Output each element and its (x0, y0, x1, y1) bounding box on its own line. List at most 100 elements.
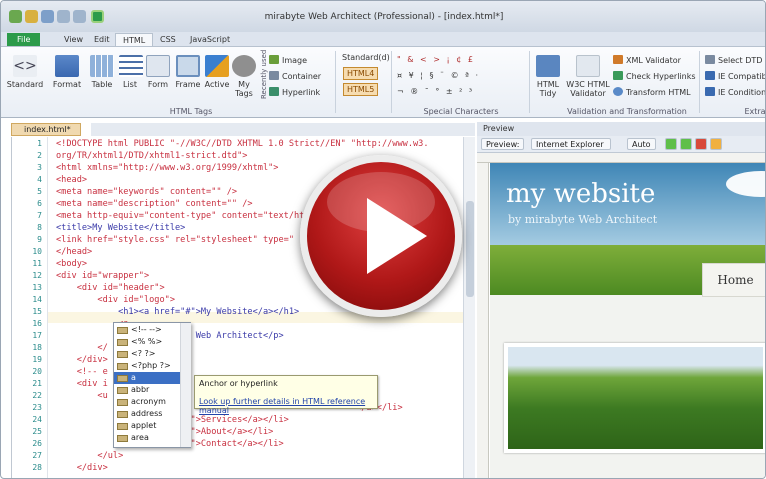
recent-image-item[interactable]: Image (269, 55, 307, 65)
auto-refresh-button[interactable]: Auto (627, 138, 656, 150)
code-line: <meta name="description" content="" /> (56, 199, 253, 209)
autocomplete-item[interactable]: a (114, 372, 180, 384)
tidy-icon (536, 55, 560, 77)
tag-icon (117, 435, 128, 442)
special-chars-row-3[interactable]: ¬ ® ¯ ° ± ² ³ (397, 87, 474, 96)
ribbon-separator (699, 51, 700, 113)
line-number: 8 (37, 223, 42, 232)
editor-pane-header (91, 123, 475, 136)
stop-icon[interactable] (695, 138, 707, 150)
w3c-validator-button[interactable]: W3C HTML Validator (565, 55, 611, 98)
autocomplete-item[interactable]: <!-- --> (114, 324, 180, 336)
format-icon (55, 55, 79, 77)
frame-button[interactable]: Frame (173, 55, 203, 89)
play-icon (367, 198, 427, 274)
refresh-icon[interactable] (710, 138, 722, 150)
standard-button[interactable]: <> Standard (5, 55, 45, 89)
code-line: </div> (56, 463, 108, 473)
autocomplete-item[interactable]: <% %> (114, 336, 180, 348)
autocomplete-item[interactable]: address (114, 408, 180, 420)
code-line: <div id="wrapper"> (56, 271, 150, 281)
ie-condition-button[interactable]: IE Condition (705, 87, 765, 97)
xml-validator-label: XML Validator (626, 56, 681, 65)
special-chars-row-1[interactable]: " & < > ¡ ¢ £ (397, 55, 475, 64)
tag-icon (117, 375, 128, 382)
tab-css[interactable]: CSS (153, 33, 183, 46)
autocomplete-list[interactable]: <!-- --> <% %> <? ?> <?php ?> a abbr acronym ad… (113, 322, 191, 448)
tab-file[interactable]: File (7, 33, 41, 46)
my-tags-button[interactable]: My Tags (231, 55, 257, 98)
line-number: 9 (37, 235, 42, 244)
line-number: 16 (32, 319, 42, 328)
html-tidy-button[interactable]: HTML Tidy (533, 55, 563, 98)
line-number: 25 (32, 427, 42, 436)
tag-icon (117, 327, 128, 334)
transform-html-label: Transform HTML (626, 88, 691, 97)
autocomplete-scrollbar[interactable] (180, 323, 191, 447)
preview-button[interactable]: Preview: (481, 138, 525, 150)
autocomplete-item[interactable]: abbr (114, 384, 180, 396)
check-hyperlinks-button[interactable]: Check Hyperlinks (613, 71, 696, 81)
forward-arrow-icon[interactable] (680, 138, 692, 150)
list-icon (119, 55, 143, 77)
vertical-ruler (477, 163, 489, 478)
format-label: Format (52, 80, 82, 89)
select-dtd-button[interactable]: Select DTD (705, 55, 762, 65)
html-tidy-label: HTML Tidy (536, 80, 560, 98)
html-tags-group-label: HTML Tags (169, 107, 213, 116)
table-icon (90, 55, 114, 77)
autocomplete-item[interactable]: applet (114, 420, 180, 432)
recent-container-item[interactable]: Container (269, 71, 321, 81)
recent-image-label: Image (282, 56, 308, 65)
line-number: 26 (32, 439, 42, 448)
special-chars-row-2[interactable]: ¤ ¥ ¦ § ¨ © ª · (397, 71, 480, 80)
active-label: Active (204, 80, 230, 89)
tab-edit[interactable]: Edit (87, 33, 117, 46)
line-number: 17 (32, 331, 42, 340)
html4-button[interactable]: HTML4 (343, 67, 379, 80)
xml-validator-button[interactable]: XML Validator (613, 55, 681, 65)
editor-vertical-scrollbar[interactable] (463, 137, 475, 478)
tab-html[interactable]: HTML (115, 33, 154, 46)
image-icon (269, 55, 279, 64)
code-line: </head> (56, 247, 93, 257)
recent-container-label: Container (282, 72, 322, 81)
play-video-button[interactable] (300, 155, 462, 317)
browser-select[interactable]: Internet Explorer (531, 138, 611, 150)
back-arrow-icon[interactable] (665, 138, 677, 150)
autocomplete-item[interactable]: acronym (114, 396, 180, 408)
my-tags-icon (232, 55, 256, 77)
code-brackets-icon: <> (13, 55, 37, 77)
tooltip-reference-link[interactable]: Look up further details in HTML referenc… (199, 397, 377, 415)
tag-icon (117, 363, 128, 370)
format-button[interactable]: Format (49, 55, 85, 89)
table-button[interactable]: Table (89, 55, 115, 89)
list-button[interactable]: List (119, 55, 143, 89)
tab-javascript[interactable]: JavaScript (183, 33, 237, 46)
ie-icon (705, 71, 715, 80)
window-title: mirabyte Web Architect (Professional) - … (264, 12, 504, 22)
html5-button[interactable]: HTML5 (343, 83, 379, 96)
tab-view[interactable]: View (57, 33, 90, 46)
document-tab[interactable]: index.html* (11, 123, 81, 136)
special-chars-group-label: Special Characters (423, 107, 499, 116)
ribbon-separator (529, 51, 530, 113)
transform-html-button[interactable]: Transform HTML (613, 87, 691, 97)
recent-hyperlink-item[interactable]: Hyperlink (269, 87, 320, 97)
tag-icon (117, 387, 128, 394)
line-number: 7 (37, 211, 42, 220)
autocomplete-item[interactable]: <? ?> (114, 348, 180, 360)
autocomplete-item[interactable]: <?php ?> (114, 360, 180, 372)
scrollbar-thumb[interactable] (466, 201, 474, 297)
line-number: 3 (37, 163, 42, 172)
frame-label: Frame (175, 80, 201, 89)
transform-icon (613, 87, 623, 96)
ie-compat-button[interactable]: IE Compatibi (705, 71, 765, 81)
title-bar: mirabyte Web Architect (Professional) - … (1, 1, 765, 32)
autocomplete-item[interactable]: area (114, 432, 180, 444)
form-button[interactable]: Form (145, 55, 171, 89)
nav-home-link[interactable]: Home (703, 273, 765, 287)
preview-pane-tab[interactable]: Preview (477, 122, 765, 136)
active-button[interactable]: Active (203, 55, 231, 89)
cloud-decoration (726, 171, 765, 197)
